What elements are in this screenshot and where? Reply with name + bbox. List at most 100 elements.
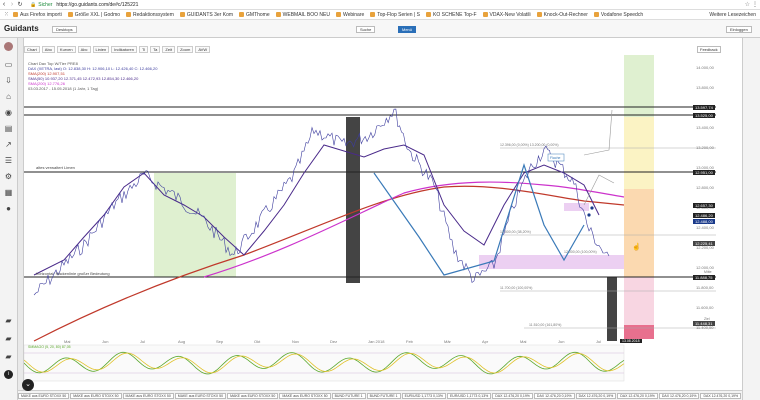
time-tick-label: Mai (64, 339, 71, 344)
price-tag: 11.448,31 (693, 321, 715, 326)
legend-line-5: 03.03.2017 - 15.05.2018 (1 Jahr, 1 Tag) (28, 86, 99, 91)
bookmark-favicon-icon (67, 12, 73, 17)
bookmark-item[interactable]: GUIDANTS 3er Kom (179, 12, 233, 18)
bookmark-item[interactable]: Knock-Out-Rechner (536, 12, 588, 18)
marker-dot-2[interactable] (587, 213, 591, 217)
instrument-tab[interactable]: DAX 12.476,20 0,19% (700, 392, 742, 399)
menu-button[interactable]: Menü (398, 26, 417, 33)
bookmark-item[interactable]: Vodafone Speedch (593, 12, 643, 18)
eye-icon[interactable]: ◉ (4, 108, 13, 117)
time-tick-label: Nov (292, 339, 300, 344)
annotation-fib-low2: 11.510,00 (161,80%) (529, 323, 561, 327)
bookmark-item[interactable]: Größe XXL | Godmo (67, 12, 120, 18)
bookmark-label: Webinare (342, 11, 365, 18)
date-badge: 13.08.2018 (620, 339, 642, 343)
instrument-tab[interactable]: EUR/USD 1,1773 0,13% (401, 392, 446, 399)
search-button[interactable]: Suche (356, 26, 376, 33)
instrument-tab[interactable]: MAKE aus EURO STOXX 50 (279, 392, 331, 399)
apps-icon[interactable]: ⁙ (4, 11, 9, 18)
toolbar-button[interactable]: Ti (138, 46, 149, 53)
instrument-tab[interactable]: MAKE aus EURO STOXX 50 (122, 392, 174, 399)
toolbar-button[interactable]: Linien (92, 46, 110, 53)
time-tick-label: Mär (444, 339, 451, 344)
lila-zone (479, 255, 624, 269)
instrument-tab[interactable]: MAKE aus EURO STOXX 50 (227, 392, 279, 399)
avatar[interactable] (4, 42, 13, 51)
bookmark-item[interactable]: KO SCHENE Top-F (426, 12, 477, 18)
app-logo[interactable]: Guidants (4, 24, 39, 33)
list-icon[interactable]: ☰ (4, 156, 13, 165)
price-tick-label: 13.800,00 (696, 85, 714, 90)
url-field[interactable]: https://go.guidants.com/de#c/125221 (56, 2, 138, 8)
forward-icon[interactable]: › (8, 1, 16, 8)
instrument-tab[interactable]: BUND FUTURE 1 (331, 392, 366, 399)
toolbar-button[interactable]: Zeit (162, 46, 176, 53)
table-icon[interactable]: ▤ (4, 124, 13, 133)
bookmark-item[interactable]: VDAX-New Volatili (482, 12, 531, 18)
time-tick-label: Feb (406, 339, 413, 344)
bookmark-favicon-icon (536, 12, 542, 17)
instrument-tab[interactable]: DAX 12.476,20 0,19% (575, 392, 617, 399)
toolbar-button[interactable]: Abo (41, 46, 55, 53)
menu-dots-icon[interactable]: ⋮ (750, 1, 760, 8)
info-icon[interactable]: i (4, 370, 13, 379)
toolbar-button[interactable]: Kurven (56, 46, 76, 53)
chart-toolbar: Chart Abo Kurven Abc Linien Indikatoren Ti Ta Ze… (24, 45, 716, 54)
toolbar-button[interactable]: AVW (195, 46, 211, 53)
download-icon[interactable]: ⇩ (4, 76, 13, 85)
bookmark-label: Top-Flop Serien | S (377, 11, 420, 18)
instrument-tab[interactable]: DAX 12.476,20 0,19% (492, 392, 533, 399)
bookmark-item[interactable]: Webinare (335, 11, 365, 18)
chart-legend: Chart Dax Top W/Tier PRE8 DAX (XETRA, la… (28, 61, 157, 91)
bookmark-item[interactable]: Redaktionssystem (126, 12, 174, 18)
instrument-tab[interactable]: EUR/USD 1,1773 0,13% (446, 392, 492, 399)
toolbar-button[interactable]: Abc (77, 46, 91, 53)
toolbar-button[interactable]: Chart (24, 46, 40, 53)
bottom-logo-icon[interactable]: ⌄ (22, 379, 34, 391)
folder-icon[interactable]: ▰ (4, 316, 13, 325)
reload-icon[interactable]: ↻ (16, 1, 24, 8)
bookmark-favicon-icon (13, 12, 19, 17)
folder-icon-2[interactable]: ▰ (4, 334, 13, 343)
feedback-button[interactable]: Feedback (697, 46, 721, 53)
instrument-tab[interactable]: MAKE aus EURO STOXX 50 (70, 392, 122, 399)
price-chart[interactable]: altes verwaltert Limen horizontal: Nacke… (24, 55, 716, 400)
lila-zone-upper (564, 203, 589, 211)
monitor-icon[interactable]: ▭ (4, 60, 13, 69)
instrument-tab[interactable]: DAX 12.476,20 0,19% (658, 392, 700, 399)
back-icon[interactable]: ‹ (0, 1, 8, 8)
instrument-tab[interactable]: BUND FUTURE 1 (366, 392, 401, 399)
chart-panel[interactable]: altes verwaltert Limen horizontal: Nacke… (24, 55, 716, 400)
bookmark-favicon-icon (335, 12, 341, 17)
instrument-tab[interactable]: DAX 12.476,20 0,19% (533, 392, 575, 399)
user-icon[interactable]: ● (4, 204, 13, 213)
bookmark-item[interactable]: WEBMAIL BOO NEU (275, 12, 330, 18)
orange-zone (624, 189, 654, 277)
trend-icon[interactable]: ↗ (4, 140, 13, 149)
left-sidebar: ▭ ⇩ ⌂ ◉ ▤ ↗ ☰ ⚙ ▦ ● ▰ ▰ ▰ i (0, 38, 18, 400)
home-icon[interactable]: ⌂ (4, 92, 13, 101)
marker-dot-1[interactable] (590, 206, 594, 210)
time-tick-label: Jul (596, 339, 602, 344)
settings-icon[interactable]: ⚙ (4, 172, 13, 181)
bookmark-item[interactable]: Top-Flop Serien | S (370, 12, 420, 18)
instrument-tab[interactable]: MAKE aus EURO STOXX 50 (18, 392, 70, 399)
right-sidebar (742, 38, 760, 400)
browser-address-row: ‹ › ↻ 🔒 Sicher https://go.guidants.com/d… (0, 0, 760, 10)
time-tick-label: Jun (558, 339, 565, 344)
instrument-tab[interactable]: DAX 12.476,20 0,19% (617, 392, 658, 399)
folder-icon-3[interactable]: ▰ (4, 352, 13, 361)
price-tag: 13.525,00 (693, 113, 715, 118)
bookmark-item[interactable]: Aus Firefox importi (13, 12, 62, 18)
toolbar-button[interactable]: Ta (150, 46, 161, 53)
chart-icon[interactable]: ▦ (4, 188, 13, 197)
instrument-tab[interactable]: MAKE aus EURO STOXX 50 (174, 392, 227, 399)
toolbar-button[interactable]: Zoom (177, 46, 194, 53)
bookmark-favicon-icon (275, 12, 281, 17)
bookmark-item[interactable]: GMThome (239, 12, 270, 18)
other-bookmarks[interactable]: Weitere Lesezeichen (709, 12, 756, 18)
desktop-button[interactable]: Desktops (52, 26, 77, 33)
toolbar-button[interactable]: Indikatoren (111, 46, 137, 53)
time-tick-label: Aug (178, 339, 186, 344)
login-button[interactable]: Einloggen (726, 26, 752, 33)
